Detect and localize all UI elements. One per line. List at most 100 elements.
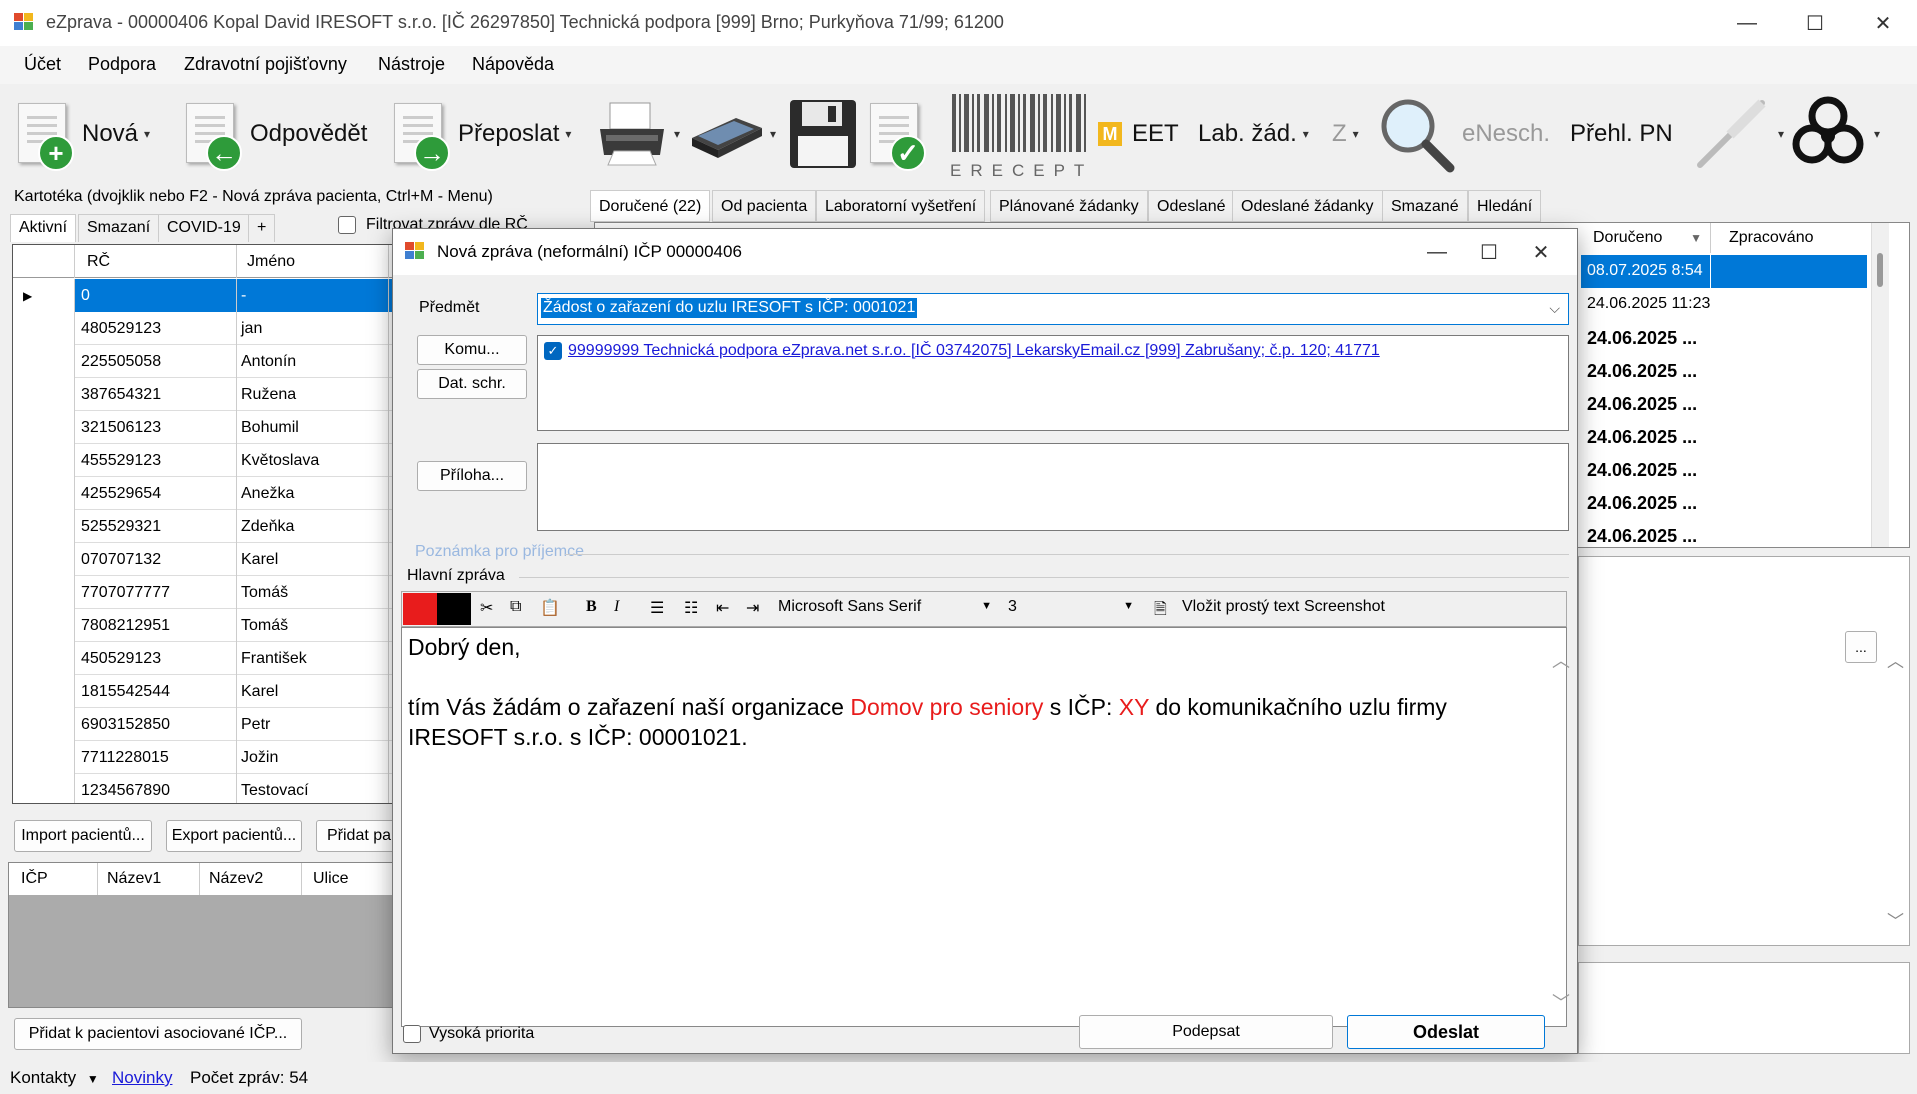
font-size-select[interactable]: 3 ▼ <box>1002 594 1142 624</box>
prehl-pn-button[interactable]: Přehl. PN <box>1570 84 1673 184</box>
outdent-icon[interactable]: ⇤ <box>716 598 729 618</box>
odeslat-button[interactable]: Odeslat <box>1347 1015 1545 1049</box>
vysoka-priorita-checkbox[interactable] <box>403 1025 421 1043</box>
menu-podpora[interactable]: Podpora <box>88 54 156 75</box>
bullet-list-icon[interactable]: ☷ <box>684 598 698 618</box>
kontakty-dropdown[interactable]: Kontakty ▼ <box>10 1068 99 1088</box>
cell-jmeno[interactable]: Jožin <box>237 741 389 774</box>
background-color-button[interactable] <box>437 593 471 625</box>
cell-jmeno[interactable]: Ružena <box>237 378 389 411</box>
message-list-scrollbar[interactable] <box>1871 223 1889 547</box>
cell-jmeno[interactable]: Bohumil <box>237 411 389 444</box>
recipient-link[interactable]: 99999999 Technická podpora eZprava.net s… <box>568 342 1380 360</box>
text-color-button[interactable] <box>403 593 437 625</box>
header-nazev1[interactable]: Název1 <box>107 870 161 888</box>
cell-jmeno[interactable]: Testovací <box>237 774 389 803</box>
table-row[interactable]: 7711228015JožinM <box>13 741 411 774</box>
save-button[interactable] <box>788 84 858 184</box>
poznamka-label[interactable]: Poznámka pro příjemce <box>415 543 584 561</box>
table-row[interactable]: 387654321RuženaB <box>13 378 411 411</box>
cell-jmeno[interactable]: Antonín <box>237 345 389 378</box>
header-icp[interactable]: IČP <box>21 870 48 888</box>
scroll-up-icon[interactable]: ︿ <box>1552 646 1570 676</box>
novinky-link[interactable]: Novinky <box>112 1068 172 1088</box>
dialog-close-button[interactable]: ✕ <box>1507 229 1575 275</box>
cell-rc[interactable]: 7711228015 <box>75 741 237 774</box>
tab-add[interactable]: + <box>248 214 276 242</box>
cell-rc[interactable]: 0 <box>75 279 237 312</box>
cell-rc[interactable]: 7808212951 <box>75 609 237 642</box>
lab-zad-button[interactable]: Lab. žád. ▾ <box>1198 84 1309 184</box>
tab-odeslane[interactable]: Odeslané <box>1148 190 1235 222</box>
verify-button[interactable]: ✓ <box>864 84 926 184</box>
scroll-down-icon[interactable]: ﹀ <box>1552 988 1570 1018</box>
podepsat-button[interactable]: Podepsat <box>1079 1015 1333 1049</box>
preposlat-button[interactable]: → Přeposlat ▾ <box>388 84 571 184</box>
z-button[interactable]: Z ▾ <box>1332 84 1359 184</box>
table-row[interactable]: 525529321ZdeňkaD <box>13 510 411 543</box>
cell-rc[interactable]: 225505058 <box>75 345 237 378</box>
chevron-down-icon[interactable]: ▾ <box>1303 127 1309 141</box>
row-header[interactable] <box>13 774 75 803</box>
more-button[interactable]: ... <box>1845 631 1877 663</box>
tab-covid[interactable]: COVID-19 <box>158 214 250 242</box>
import-patients-button[interactable]: Import pacientů... <box>14 820 152 852</box>
list-item[interactable]: 24.06.2025 ... <box>1581 486 1881 519</box>
menu-ucet[interactable]: Účet <box>24 54 61 75</box>
cell-rc[interactable]: 525529321 <box>75 510 237 543</box>
row-header[interactable] <box>13 543 75 576</box>
row-header[interactable] <box>13 312 75 345</box>
cell-jmeno[interactable]: Tomáš <box>237 576 389 609</box>
komu-button[interactable]: Komu... <box>417 335 527 365</box>
font-select[interactable]: Microsoft Sans Serif ▼ <box>772 594 1000 624</box>
table-row[interactable]: 450529123FrantišekH <box>13 642 411 675</box>
header-jmeno[interactable]: Jméno <box>237 245 389 278</box>
list-item[interactable]: 24.06.2025 ... <box>1581 420 1881 453</box>
list-item[interactable]: 24.06.2025 ... <box>1581 354 1881 387</box>
numbered-list-icon[interactable]: ☰ <box>650 598 664 618</box>
tab-smazane[interactable]: Smazané <box>1382 190 1468 222</box>
chevron-down-icon[interactable]: ▾ <box>770 127 776 141</box>
cut-icon[interactable]: ✂ <box>480 598 493 618</box>
tab-odeslane-zadanky[interactable]: Odeslané žádanky <box>1232 190 1383 222</box>
header-zpracovano[interactable]: Zpracováno <box>1717 223 1867 253</box>
cell-jmeno[interactable]: Květoslava <box>237 444 389 477</box>
indent-icon[interactable]: ⇥ <box>746 598 759 618</box>
row-header[interactable] <box>13 477 75 510</box>
table-row[interactable]: ▶0-- <box>13 279 411 312</box>
priloha-button[interactable]: Příloha... <box>417 461 527 491</box>
minimize-button[interactable]: — <box>1713 0 1781 46</box>
table-row[interactable]: 321506123BohumilB <box>13 411 411 444</box>
biohazard-button[interactable]: ▾ <box>1788 84 1880 184</box>
cell-jmeno[interactable]: Karel <box>237 675 389 708</box>
tab-smazani[interactable]: Smazaní <box>78 214 160 242</box>
vaccination-button[interactable]: ▾ <box>1690 84 1784 184</box>
attachments-box[interactable] <box>537 443 1569 531</box>
assoc-icp-button[interactable]: Přidat k pacientovi asociované IČP... <box>14 1018 302 1050</box>
row-header[interactable] <box>13 609 75 642</box>
add-patient-button[interactable]: Přidat pa <box>316 820 396 852</box>
maximize-button[interactable]: ☐ <box>1781 0 1849 46</box>
close-button[interactable]: ✕ <box>1849 0 1917 46</box>
list-item[interactable]: 24.06.2025 ... <box>1581 321 1881 354</box>
header-ulice[interactable]: Ulice <box>313 870 349 888</box>
table-row[interactable]: 425529654AnežkaD <box>13 477 411 510</box>
table-row[interactable]: 6903152850PetrM <box>13 708 411 741</box>
row-header[interactable] <box>13 345 75 378</box>
chevron-down-icon[interactable]: ▾ <box>565 127 571 141</box>
vlozit-prosty-text-button[interactable]: Vložit prostý text <box>1182 598 1299 616</box>
tab-dorucene[interactable]: Doručené (22) <box>590 190 711 222</box>
cell-rc[interactable]: 450529123 <box>75 642 237 675</box>
paste-icon[interactable]: 📋 <box>540 598 560 618</box>
table-row[interactable]: 7707077777TomášFe <box>13 576 411 609</box>
cell-rc[interactable]: 7707077777 <box>75 576 237 609</box>
icp-grid[interactable]: IČP Název1 Název2 Ulice <box>8 862 409 1008</box>
tab-od-pacienta[interactable]: Od pacienta <box>712 190 817 222</box>
menu-zdravotni-pojistovny[interactable]: Zdravotní pojišťovny <box>184 54 347 75</box>
table-row[interactable]: 1234567890TestovacíPa <box>13 774 411 803</box>
cell-rc[interactable]: 6903152850 <box>75 708 237 741</box>
chevron-down-icon[interactable]: ▾ <box>1778 127 1784 141</box>
menu-napoveda[interactable]: Nápověda <box>472 54 554 75</box>
list-item[interactable]: 24.06.2025 ... <box>1581 519 1881 552</box>
cell-jmeno[interactable]: jan <box>237 312 389 345</box>
